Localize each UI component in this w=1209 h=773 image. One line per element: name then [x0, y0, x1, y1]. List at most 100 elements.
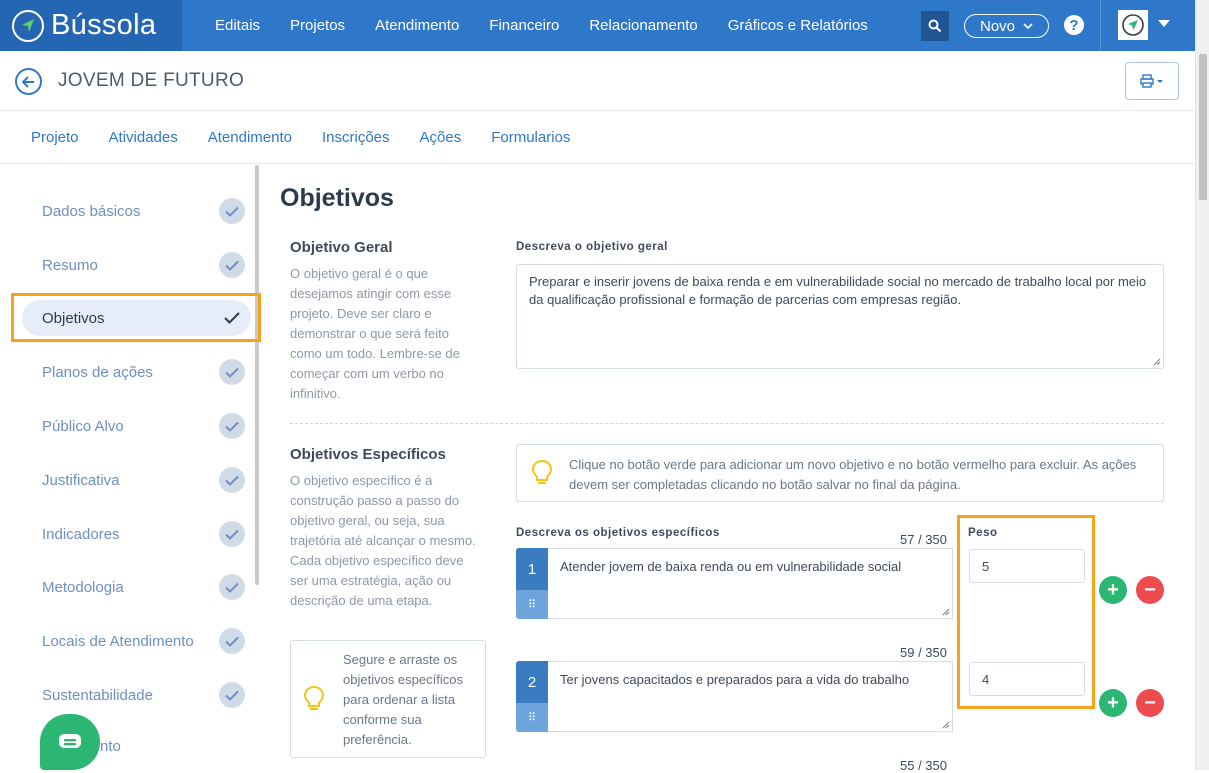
help-button[interactable]: ?	[1064, 15, 1084, 35]
top-navbar: Bússola Editais Projetos Atendimento Fin…	[0, 0, 1195, 51]
check-icon	[219, 682, 245, 708]
brand[interactable]: Bússola	[0, 0, 182, 51]
check-icon	[219, 252, 245, 278]
user-avatar[interactable]	[1118, 10, 1148, 40]
add-objective-button[interactable]: +	[1099, 689, 1127, 717]
check-icon	[219, 413, 245, 439]
sidebar-item-indicadores[interactable]: Indicadores	[22, 516, 251, 552]
remove-objective-button[interactable]: −	[1136, 689, 1164, 717]
section-divider	[290, 423, 1164, 424]
objective-number: 2	[516, 661, 548, 703]
check-icon	[219, 574, 245, 600]
objective-number: 1	[516, 548, 548, 590]
sidebar-item-dados-basicos[interactable]: Dados básicos	[22, 193, 251, 229]
sidebar-item-justificativa[interactable]: Justificativa	[22, 462, 251, 498]
resize-grip-icon[interactable]	[942, 608, 950, 616]
drag-handle-icon[interactable]: ⠿	[516, 703, 548, 732]
sidebar-item-label: Público Alvo	[42, 417, 124, 435]
novo-label: Novo	[979, 17, 1016, 35]
add-objective-button[interactable]: +	[1099, 576, 1127, 604]
user-menu-chevron-icon[interactable]	[1158, 20, 1170, 27]
nav-divider	[1100, 0, 1101, 51]
content-title: Objetivos	[280, 184, 394, 212]
sidebar-item-label: Sustentabilidade	[42, 686, 153, 704]
nav-item-editais[interactable]: Editais	[215, 17, 260, 34]
char-counter: 57 / 350	[900, 532, 947, 547]
char-counter: 55 / 350	[900, 758, 947, 773]
sidebar-item-publico-alvo[interactable]: Público Alvo	[22, 408, 251, 444]
tab-formularios[interactable]: Formularios	[491, 129, 570, 146]
check-icon	[219, 359, 245, 385]
nav-item-graficos[interactable]: Gráficos e Relatórios	[728, 17, 868, 34]
print-button[interactable]	[1125, 62, 1179, 100]
tab-atendimento[interactable]: Atendimento	[208, 129, 292, 146]
check-icon	[219, 198, 245, 224]
tab-acoes[interactable]: Ações	[420, 129, 462, 146]
objective-textarea[interactable]: Ter jovens capacitados e preparados para…	[548, 661, 953, 732]
novo-dropdown-button[interactable]: Novo	[964, 14, 1049, 38]
sidebar-item-label: Metodologia	[42, 578, 124, 596]
chevron-down-icon	[1023, 22, 1033, 29]
lightbulb-icon	[303, 685, 325, 710]
resize-grip-icon[interactable]	[942, 721, 950, 729]
page-title: JOVEM DE FUTURO	[58, 70, 245, 91]
tab-projeto[interactable]: Projeto	[31, 129, 79, 146]
sidebar-item-label: Planos de ações	[42, 363, 153, 381]
nav-item-projetos[interactable]: Projetos	[290, 17, 345, 34]
drag-handle-icon[interactable]: ⠿	[516, 590, 548, 619]
objective-text: Atender jovem de baixa renda ou em vulne…	[560, 559, 902, 574]
nav-item-relacionamento[interactable]: Relacionamento	[589, 17, 697, 34]
tab-inscricoes[interactable]: Inscrições	[322, 129, 390, 146]
sidebar-item-label: Indicadores	[42, 525, 120, 543]
sidebar-item-locais-de-atendimento[interactable]: Locais de Atendimento	[22, 623, 251, 659]
sidebar-item-label: Locais de Atendimento	[42, 632, 194, 650]
sidebar-item-metodologia[interactable]: Metodologia	[22, 569, 251, 605]
objetivos-especificos-label: Descreva os objetivos específicos	[516, 527, 720, 539]
sidebar-item-resumo[interactable]: Resumo	[22, 247, 251, 283]
project-tabs: Projeto Atividades Atendimento Inscriçõe…	[0, 111, 1195, 164]
sidebar-item-label: Resumo	[42, 256, 98, 274]
objetivo-geral-value: Preparar e inserir jovens de baixa renda…	[529, 274, 1147, 307]
check-icon	[219, 521, 245, 547]
search-icon	[928, 19, 942, 33]
remove-objective-button[interactable]: −	[1136, 576, 1164, 604]
nav-item-financeiro[interactable]: Financeiro	[489, 17, 559, 34]
chat-button[interactable]	[40, 714, 100, 770]
drag-tip-box: Segure e arraste os objetivos específico…	[290, 640, 486, 758]
objective-text: Ter jovens capacitados e preparados para…	[560, 672, 910, 687]
compass-logo-icon	[12, 9, 44, 42]
compass-avatar-icon	[1122, 14, 1144, 36]
sidebar-highlight-annotation	[11, 293, 261, 342]
tip-text: Clique no botão verde para adicionar um …	[569, 457, 1137, 492]
objetivo-geral-description: O objetivo geral é o que desejamos ating…	[290, 266, 460, 401]
sidebar-scrollbar[interactable]	[255, 165, 259, 585]
objetivos-especificos-title: Objetivos Específicos	[290, 446, 446, 463]
peso-highlight-annotation	[957, 515, 1095, 709]
back-button[interactable]	[15, 68, 42, 95]
char-counter: 59 / 350	[900, 645, 947, 660]
chat-icon	[59, 734, 81, 748]
sidebar-item-planos-de-acoes[interactable]: Planos de ações	[22, 354, 251, 390]
main-nav: Editais Projetos Atendimento Financeiro …	[200, 0, 883, 51]
page-scrollbar-thumb[interactable]	[1199, 54, 1207, 200]
objective-textarea[interactable]: Atender jovem de baixa renda ou em vulne…	[548, 548, 953, 619]
resize-grip-icon[interactable]	[1153, 358, 1161, 366]
sidebar-item-label: Justificativa	[42, 471, 120, 489]
lightbulb-icon	[531, 459, 553, 484]
tip-box: Clique no botão verde para adicionar um …	[516, 444, 1164, 502]
sidebar-item-partial-label[interactable]: nto	[100, 738, 121, 755]
objetivo-geral-title: Objetivo Geral	[290, 239, 393, 256]
title-bar: JOVEM DE FUTURO	[0, 51, 1195, 111]
sidebar-item-label: Dados básicos	[42, 202, 141, 220]
check-icon	[219, 467, 245, 493]
tab-atividades[interactable]: Atividades	[109, 129, 178, 146]
page-scrollbar[interactable]	[1195, 0, 1209, 770]
drag-tip-text: Segure e arraste os objetivos específico…	[343, 652, 463, 747]
search-button[interactable]	[921, 11, 949, 41]
nav-item-atendimento[interactable]: Atendimento	[375, 17, 459, 34]
objetivo-geral-textarea[interactable]: Preparar e inserir jovens de baixa renda…	[516, 264, 1164, 369]
sidebar-item-sustentabilidade[interactable]: Sustentabilidade	[22, 677, 251, 713]
objetivo-geral-label: Descreva o objetivo geral	[516, 241, 668, 253]
print-icon	[1140, 74, 1163, 88]
arrow-left-icon	[22, 75, 34, 88]
